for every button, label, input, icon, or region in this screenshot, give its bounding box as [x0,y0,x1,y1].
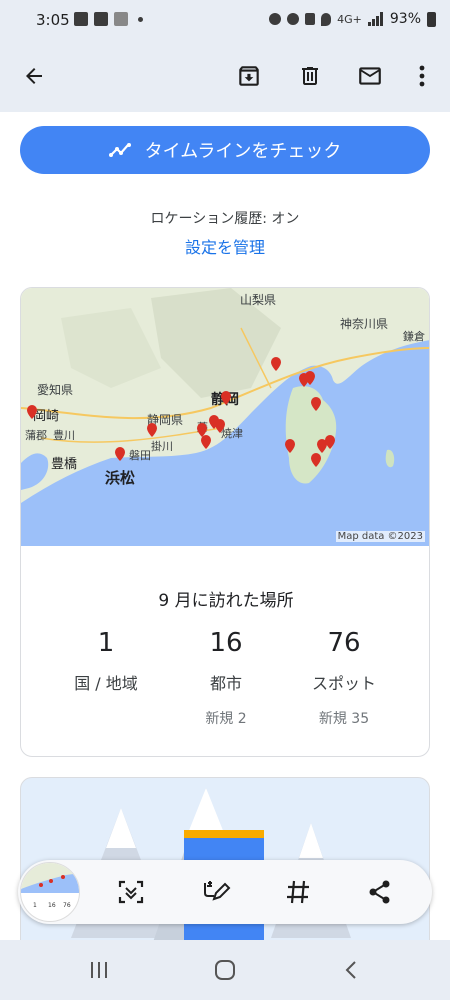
location-icon [321,12,332,26]
stat-spots: 76 スポット 新規 35 [276,628,412,727]
stat-value: 76 [327,628,361,658]
stat-value: 1 [97,628,115,658]
map-label-kamakura: 鎌倉 [403,329,425,343]
add-tag-button[interactable] [278,872,318,912]
stat-new [38,708,174,726]
more-vert-icon [419,65,425,87]
email-content: タイムラインをチェック ロケーション履歴: オン 設定を管理 山梨県 神奈川県 … [0,112,450,940]
manage-settings-link[interactable]: 設定を管理 [0,234,450,258]
gallery-notification-icon [74,12,88,26]
stat-new: 新規 2 [205,711,247,727]
timeline-icon [108,143,131,157]
scan-text-icon [118,880,144,904]
home-button[interactable] [205,955,245,985]
map-label-yaizu: 焼津 [221,427,243,440]
thumbnail-stat: 76 [63,902,71,909]
share-button[interactable] [360,872,400,912]
back-chevron-icon [345,961,356,979]
stat-value: 16 [209,628,243,658]
more-notifications-icon [138,16,143,22]
archive-button[interactable] [229,56,269,96]
map-label-kakegawa: 掛川 [151,439,173,453]
monthly-summary-card: 山梨県 神奈川県 鎌倉 愛知県 岡崎 蒲郡 豊川 静岡県 静岡 焼津 掛川 磐田… [20,287,430,757]
app-notification-icon [94,12,108,26]
map-label-toyohashi: 豊橋 [51,457,77,472]
stat-cities: 16 都市 新規 2 [158,628,294,727]
back-arrow-icon [26,68,42,84]
network-type: 4G+ [337,12,362,26]
home-icon [215,960,235,980]
mail-icon [359,67,381,85]
recents-button[interactable] [79,955,119,985]
signal-icon [367,12,383,26]
map-attribution: Map data ©2023 [335,531,425,542]
map-label-iwata: 磐田 [129,448,151,462]
map-label-yamanashi: 山梨県 [240,293,276,307]
edit-image-icon [204,881,231,901]
thumbnail-stat: 16 [48,902,56,909]
alarm-icon [269,13,282,25]
map-label-hamamatsu: 浜松 [105,469,135,487]
thumbnail-stat: 1 [33,902,37,909]
map-label-aichi: 愛知県 [37,383,73,397]
share-icon [369,880,390,904]
battery-percent: 93% [389,11,421,27]
visited-places-map[interactable]: 山梨県 神奈川県 鎌倉 愛知県 岡崎 蒲郡 豊川 静岡県 静岡 焼津 掛川 磐田… [21,288,430,546]
status-bar: 3:05 4G+ 93% [0,0,450,40]
stat-label: スポット [311,674,376,693]
edit-screenshot-button[interactable] [196,872,236,912]
trash-icon [302,67,318,85]
mark-unread-button[interactable] [350,56,390,96]
recents-icon [91,962,107,978]
stat-new: 新規 35 [318,711,370,727]
archive-icon [239,66,259,86]
map-label-okazaki: 岡崎 [33,409,59,424]
back-button[interactable] [14,56,54,96]
map-label-toyokawa: 豊川 [53,429,75,442]
screenshot-toolbar: 1 16 76 [18,860,432,924]
notification-icons [74,12,143,26]
screenshot-thumbnail[interactable]: 1 16 76 [20,862,80,922]
timeline-button-label: タイムラインをチェック [144,141,342,162]
more-options-button[interactable] [402,56,442,96]
mute-icon [305,13,316,25]
tiktok-notification-icon [114,12,128,26]
status-time: 3:05 [36,11,70,29]
stat-countries: 1 国 / 地域 [38,628,174,726]
visited-places-title: 9 月に訪れた場所 [158,591,294,611]
map-label-kanagawa: 神奈川県 [340,317,388,331]
stat-label: 国 / 地域 [74,674,138,693]
delete-button[interactable] [290,56,330,96]
scan-text-button[interactable] [111,872,151,912]
location-history-status: ロケーション履歴: オン [150,211,300,227]
nav-back-button[interactable] [331,955,371,985]
battery-icon [427,11,436,27]
map-label-gamagori: 蒲郡 [25,428,47,442]
clock-icon [287,13,300,25]
check-timeline-button[interactable]: タイムラインをチェック [20,126,430,174]
top-app-bar [0,40,450,112]
system-icons: 4G+ 93% [269,11,436,27]
hashtag-icon [287,880,309,904]
system-nav-bar [0,940,450,1000]
stat-label: 都市 [209,674,242,693]
